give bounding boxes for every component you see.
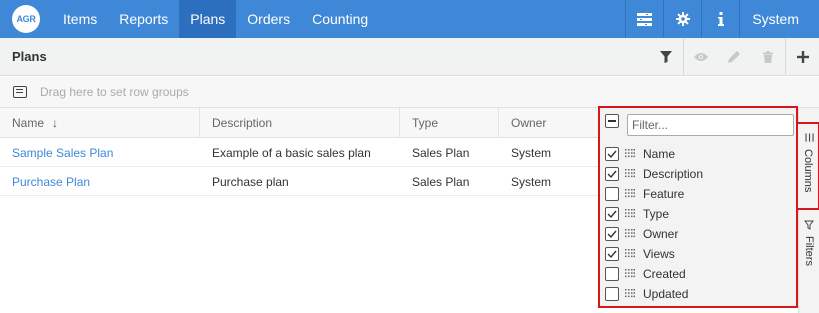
info-icon <box>717 12 724 26</box>
gear-icon <box>675 12 690 26</box>
header-owner-label: Owner <box>511 115 547 130</box>
page-header: Plans <box>0 38 819 76</box>
header-owner[interactable]: Owner <box>499 108 600 137</box>
filter-button[interactable] <box>649 38 683 75</box>
settings-button[interactable] <box>663 0 701 38</box>
select-all-checkbox[interactable] <box>605 114 619 128</box>
info-button[interactable] <box>701 0 739 38</box>
side-bar: ☰ Columns Filters <box>798 108 819 313</box>
column-filter-input[interactable] <box>627 114 794 136</box>
top-nav-bar: AGR Items Reports Plans Orders Counting <box>0 0 819 38</box>
filter-icon <box>660 50 672 63</box>
nav-item-counting[interactable]: Counting <box>301 0 379 38</box>
drag-handle-icon[interactable] <box>625 208 635 220</box>
app-logo[interactable]: AGR <box>0 0 52 38</box>
plan-name-link[interactable]: Purchase Plan <box>0 175 200 189</box>
plan-type: Sales Plan <box>412 174 470 189</box>
nav-item-plans[interactable]: Plans <box>179 0 237 38</box>
header-description-label: Description <box>212 115 273 130</box>
column-checkbox[interactable] <box>605 187 619 201</box>
header-description[interactable]: Description <box>200 108 400 137</box>
drag-handle-icon[interactable] <box>625 248 635 260</box>
columns-tool-panel: Name Description Feature Type Owner Views Crea… <box>598 106 798 308</box>
column-list: Name Description Feature Type Owner Views Crea… <box>605 144 703 304</box>
column-checkbox[interactable] <box>605 247 619 261</box>
plan-description: Example of a basic sales plan <box>212 145 371 160</box>
view-icon <box>693 52 708 61</box>
row-group-drop-zone[interactable]: Drag here to set row groups <box>0 77 819 108</box>
column-item-type[interactable]: Type <box>605 204 703 224</box>
columns-icon: ☰ <box>802 132 815 143</box>
column-checkbox[interactable] <box>605 267 619 281</box>
drag-handle-icon[interactable] <box>625 228 635 240</box>
filters-tab[interactable]: Filters <box>799 220 819 300</box>
column-label: Type <box>643 207 670 221</box>
column-label: Description <box>643 167 704 181</box>
column-item-views[interactable]: Views <box>605 244 703 264</box>
header-type-label: Type <box>412 115 439 130</box>
drag-handle-icon[interactable] <box>625 188 635 200</box>
nav-item-items[interactable]: Items <box>52 0 108 38</box>
column-item-description[interactable]: Description <box>605 164 703 184</box>
drag-handle-icon[interactable] <box>625 148 635 160</box>
column-item-owner[interactable]: Owner <box>605 224 703 244</box>
column-label: Feature <box>643 187 685 201</box>
user-menu[interactable]: System <box>739 0 819 38</box>
column-label: Created <box>643 267 686 281</box>
columns-tab[interactable]: ☰ Columns <box>798 122 819 210</box>
sort-descending-icon: ↓ <box>52 115 59 130</box>
column-label: Updated <box>643 287 689 301</box>
drag-handle-icon[interactable] <box>625 288 635 300</box>
columns-tab-label: Columns <box>802 149 814 193</box>
filters-tab-label: Filters <box>803 236 815 266</box>
nav-item-orders[interactable]: Orders <box>236 0 301 38</box>
list-settings-icon <box>637 12 653 26</box>
edit-button[interactable] <box>717 38 751 75</box>
plus-icon <box>796 50 809 63</box>
plan-owner: System <box>511 174 552 189</box>
grid-header: Name ↓ Description Type Owner <box>0 108 600 138</box>
column-checkbox[interactable] <box>605 167 619 181</box>
column-item-feature[interactable]: Feature <box>605 184 703 204</box>
delete-button[interactable] <box>751 38 785 75</box>
add-button[interactable] <box>785 38 819 75</box>
column-item-created[interactable]: Created <box>605 264 703 284</box>
header-name-label: Name <box>12 115 45 130</box>
column-checkbox[interactable] <box>605 147 619 161</box>
column-item-name[interactable]: Name <box>605 144 703 164</box>
plan-name-link[interactable]: Sample Sales Plan <box>0 146 200 160</box>
row-group-icon <box>13 86 27 98</box>
column-label: Views <box>643 247 675 261</box>
drag-handle-icon[interactable] <box>625 268 635 280</box>
plan-owner: System <box>511 145 552 160</box>
header-name[interactable]: Name ↓ <box>0 108 200 137</box>
table-row[interactable]: Purchase Plan Purchase plan Sales Plan S… <box>0 168 600 196</box>
trash-icon <box>763 50 773 63</box>
list-settings-button[interactable] <box>625 0 663 38</box>
plan-description: Purchase plan <box>212 174 289 189</box>
table-row[interactable]: Sample Sales Plan Example of a basic sal… <box>0 139 600 167</box>
nav-item-reports[interactable]: Reports <box>108 0 179 38</box>
plan-type: Sales Plan <box>412 145 470 160</box>
column-label: Name <box>643 147 676 161</box>
header-type[interactable]: Type <box>400 108 499 137</box>
column-checkbox[interactable] <box>605 227 619 241</box>
row-group-placeholder: Drag here to set row groups <box>40 85 189 99</box>
column-checkbox[interactable] <box>605 207 619 221</box>
column-label: Owner <box>643 227 679 241</box>
drag-handle-icon[interactable] <box>625 168 635 180</box>
column-item-updated[interactable]: Updated <box>605 284 703 304</box>
pencil-icon <box>728 50 740 63</box>
column-checkbox[interactable] <box>605 287 619 301</box>
view-button[interactable] <box>683 38 717 75</box>
funnel-icon <box>804 220 814 230</box>
logo-badge: AGR <box>12 5 40 33</box>
page-title: Plans <box>12 49 47 64</box>
